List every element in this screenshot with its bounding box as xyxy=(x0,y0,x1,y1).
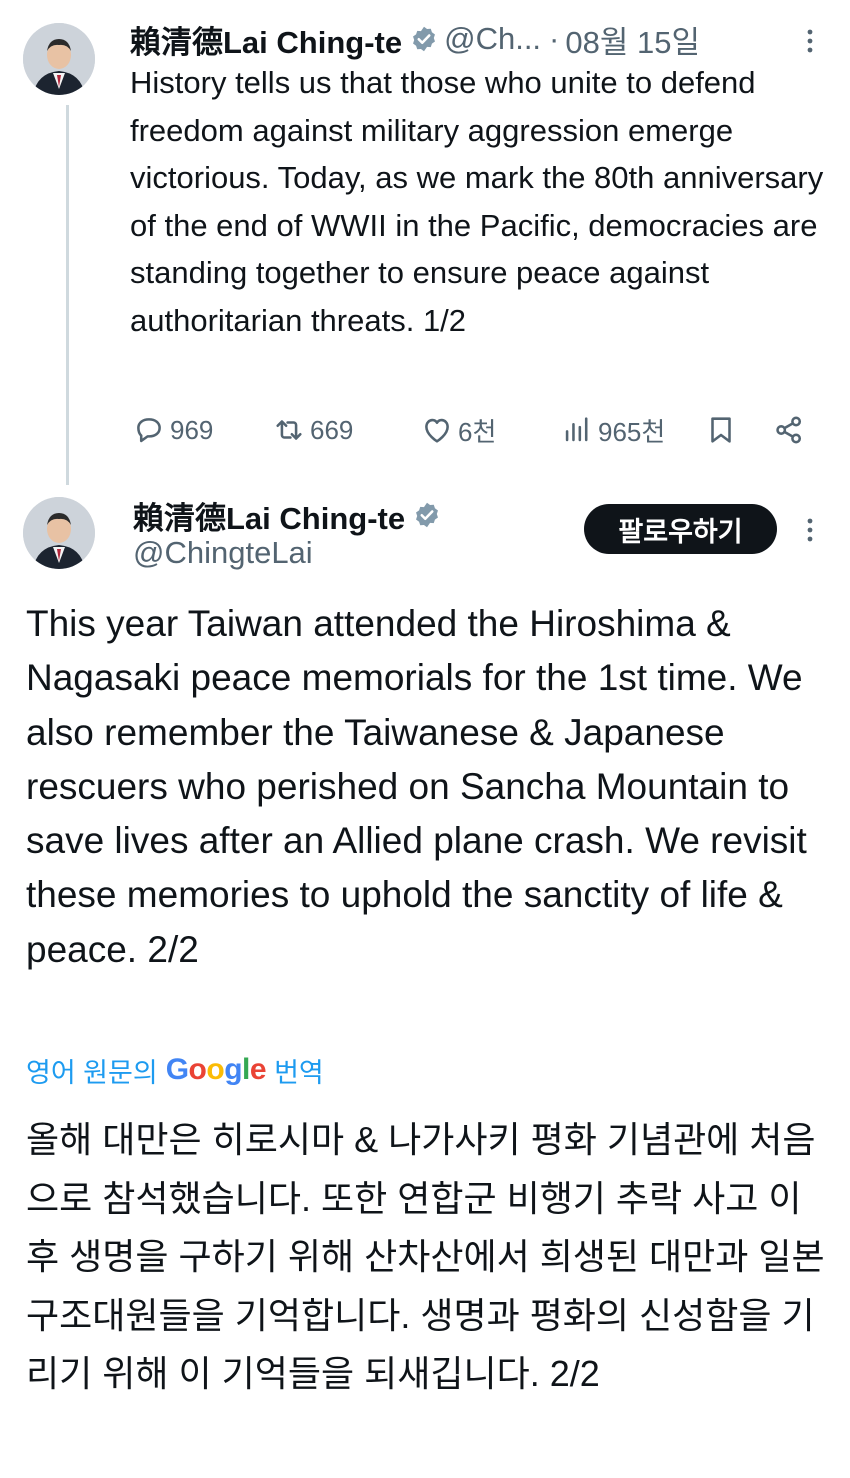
like-count: 6천 xyxy=(458,416,497,447)
like-button[interactable]: 6천 xyxy=(420,405,496,455)
author-name[interactable]: 賴清德Lai Ching-te xyxy=(133,493,405,538)
tweet-header: 賴清德Lai Ching-te xyxy=(133,492,441,538)
google-logo-letter: l xyxy=(242,1053,250,1086)
more-vertical-icon[interactable] xyxy=(798,513,822,547)
tweet-text: History tells us that those who unite to… xyxy=(130,65,824,338)
google-logo: Google xyxy=(165,1053,267,1087)
views-button[interactable]: 965천 xyxy=(560,405,665,455)
repost-button[interactable]: 669 xyxy=(272,405,353,455)
verified-badge-icon xyxy=(413,26,436,52)
verified-badge-icon xyxy=(416,502,439,528)
author-handle[interactable]: @ChingteLai xyxy=(133,535,313,571)
share-icon xyxy=(776,416,802,444)
reply-count: 969 xyxy=(170,414,214,445)
repost-icon xyxy=(276,420,302,440)
tweet-actions: 969 669 6천 965천 xyxy=(130,405,830,455)
google-logo-letter: e xyxy=(249,1053,267,1086)
avatar-image xyxy=(23,23,95,95)
avatar[interactable] xyxy=(23,497,95,569)
avatar-image xyxy=(23,497,95,569)
tweet-date[interactable]: 08월 15일 xyxy=(565,17,700,62)
translation-attribution[interactable]: 영어 원문의 Google 번역 xyxy=(26,1050,324,1090)
thread-connector-line xyxy=(66,105,69,485)
avatar[interactable] xyxy=(23,23,95,95)
translate-suffix: 번역 xyxy=(274,1057,324,1088)
google-logo-letter: o xyxy=(206,1053,225,1086)
google-logo-letter: G xyxy=(165,1053,189,1086)
repost-count: 669 xyxy=(310,414,354,445)
heart-icon xyxy=(425,418,449,443)
bookmark-button[interactable] xyxy=(704,405,742,455)
translated-text: 올해 대만은 히로시마 & 나가사키 평화 기념관에 처음으로 참석했습니다. … xyxy=(26,1119,825,1394)
tweet-header: 賴清德Lai Ching-te @Ch... · 08월 15일 xyxy=(130,16,700,62)
bookmark-icon xyxy=(711,417,731,443)
views-icon xyxy=(565,417,588,442)
google-logo-letter: g xyxy=(224,1053,243,1086)
google-logo-letter: o xyxy=(188,1053,207,1086)
tweet-text: This year Taiwan attended the Hiroshima … xyxy=(26,603,807,970)
translate-prefix: 영어 원문의 xyxy=(26,1057,158,1088)
reply-icon xyxy=(137,418,161,443)
follow-button[interactable]: 팔로우하기 xyxy=(584,504,777,554)
share-button[interactable] xyxy=(772,405,810,455)
author-name[interactable]: 賴清德Lai Ching-te xyxy=(130,17,402,62)
separator: · xyxy=(549,21,560,56)
author-handle[interactable]: @Ch... xyxy=(444,21,541,57)
views-count: 965천 xyxy=(598,416,666,447)
more-vertical-icon[interactable] xyxy=(798,24,822,58)
reply-button[interactable]: 969 xyxy=(132,405,213,455)
